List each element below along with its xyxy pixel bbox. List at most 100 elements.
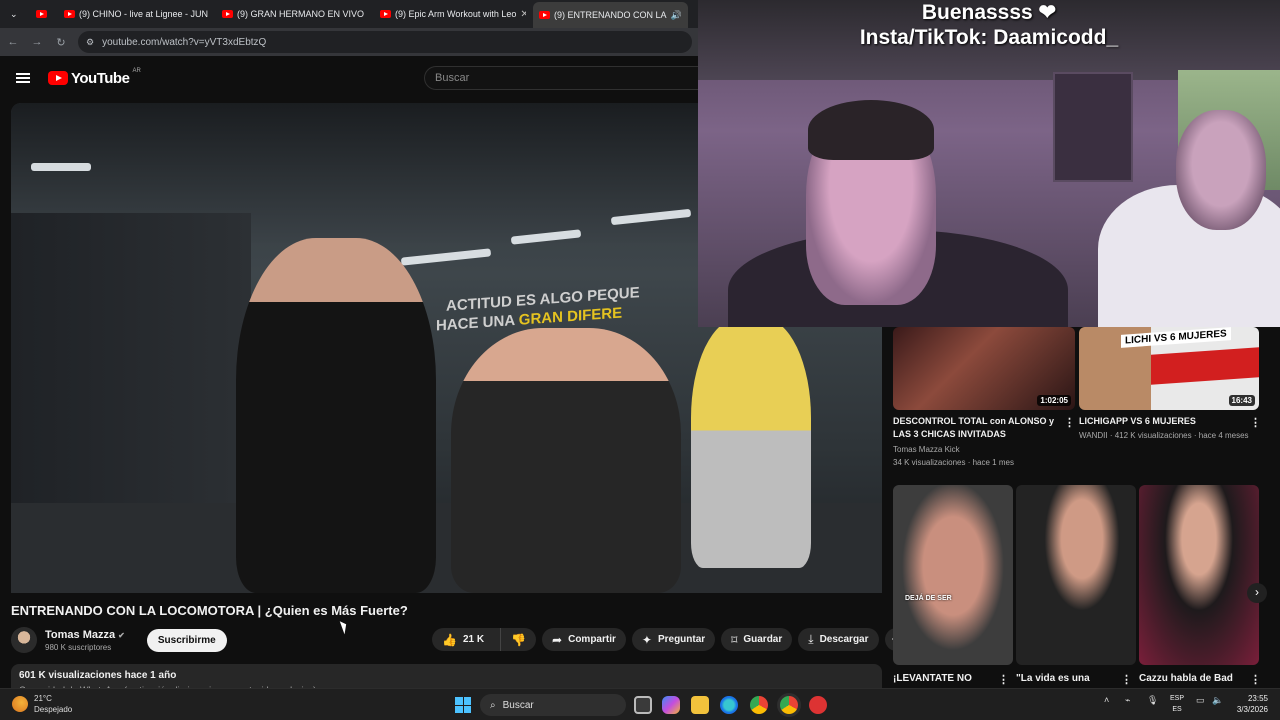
address-bar[interactable]: ⚙ youtube.com/watch?v=yVT3xdEbtzQ [78,31,692,53]
video-thumbnail[interactable]: LICHI VS 6 MUJERES 16:43 [1079,327,1259,410]
tab-gran-hermano[interactable]: (9) GRAN HERMANO EN VIVO✕ [216,4,368,24]
subscribe-button[interactable]: Suscribirme [146,628,227,652]
youtube-favicon-icon [36,10,47,18]
video-title: ENTRENANDO CON LA LOCOMOTORA | ¿Quien es… [11,603,408,618]
copilot-icon[interactable] [662,696,680,714]
mouse-cursor-icon [339,619,350,635]
short-title[interactable]: Cazzu habla de Bad [1139,672,1244,685]
thumbnail-overlay-text: LICHI VS 6 MUJERES [1121,327,1231,348]
search-input[interactable]: Buscar [424,66,698,90]
language-indicator[interactable]: ESP ES [1166,693,1188,715]
network-icon[interactable]: ▭ [1196,695,1205,706]
recommendation-channel[interactable]: Tomas Mazza Kick [893,443,960,456]
task-view-icon[interactable] [634,696,652,714]
youtube-favicon-icon [64,10,75,18]
more-vert-icon[interactable]: ⋮ [1121,673,1132,686]
guest-face [1176,110,1266,230]
screen: ⌄ (9) CHINO - live at Lignee - JUN✕ (9) … [0,0,1280,720]
webcam-overlay: Buenassss ❤ Insta/TikTok: Daamicodd_ [698,0,1280,327]
close-icon[interactable]: ✕ [520,9,526,20]
recommendation-meta: WANDII · 412 K visualizaciones · hace 4 … [1079,431,1249,440]
wifi-icon[interactable]: ⌁ [1125,695,1130,706]
taskbar-search[interactable]: ⌕ Buscar [480,694,626,716]
short-title[interactable]: "La vida es una [1016,672,1116,685]
windows-start-icon[interactable] [455,697,471,713]
thumbs-down-icon: 👎 [511,632,527,647]
youtube-favicon-icon [539,11,550,19]
ask-button[interactable]: ✦ Preguntar [631,628,716,651]
windows-taskbar: 21°C Despejado ⌕ Buscar ˄ ⌁ 🎙 ESP ES ▭ 🔈… [0,688,1280,720]
youtube-favicon-icon [222,10,233,18]
share-button[interactable]: ➦ Compartir [542,628,626,651]
subscriber-count: 980 K suscriptores [45,642,112,652]
tab-label: (9) ENTRENANDO CON LA [554,10,667,20]
download-icon: ⤓ [808,632,814,646]
chevron-right-icon[interactable]: › [1247,583,1267,603]
menu-icon[interactable] [16,73,30,83]
weather-sun-icon [12,696,28,712]
video-person [691,318,811,568]
tab-entrenando[interactable]: (9) ENTRENANDO CON LA🔊✕ [533,2,688,28]
overlay-greeting: Buenassss ❤ [921,1,1057,24]
channel-avatar[interactable] [11,627,37,653]
youtube-play-icon [48,71,68,85]
reload-icon[interactable]: ↻ [54,36,68,49]
site-info-icon[interactable]: ⚙ [86,37,94,48]
more-vert-icon[interactable]: ⋮ [998,673,1009,686]
sparkle-icon: ✦ [641,632,652,647]
like-button[interactable]: 👍 21 K [432,628,494,651]
youtube-favicon-icon [380,10,391,18]
video-person [236,238,436,593]
verified-icon: ✔ [118,630,125,640]
video-actions: 👍 21 K 👎 ➦ Compartir ✦ Preguntar ⌑ Guardar ⤓… [432,628,909,651]
streaming-app-icon[interactable] [809,696,827,714]
download-button[interactable]: ⤓ Descargar [798,628,879,651]
chevron-up-icon[interactable]: ˄ [1104,695,1109,705]
file-explorer-icon[interactable] [691,696,709,714]
short-overlay-text: DEJÁ DE SER [905,595,952,602]
tab-label: (9) GRAN HERMANO EN VIVO [237,9,365,19]
youtube-logo[interactable]: YouTube AR [48,68,141,87]
video-person [451,328,681,593]
chrome-icon[interactable] [750,696,768,714]
thumbs-up-icon: 👍 [442,632,457,647]
microphone-icon[interactable]: 🎙 [1147,695,1158,706]
weather-widget[interactable]: 21°C Despejado [12,693,72,715]
edge-icon[interactable] [720,696,738,714]
system-clock[interactable]: 23:55 3/3/2026 [1222,693,1268,715]
browser-toolbar: ← → ↻ ⚙ youtube.com/watch?v=yVT3xdEbtzQ [0,28,698,56]
tab-pinned[interactable] [30,4,54,24]
short-thumbnail[interactable] [1139,485,1259,665]
channel-name[interactable]: Tomas Mazza ✔ [45,629,125,641]
recommendation-meta: 34 K visualizaciones · hace 1 mes [893,458,1014,467]
speaker-icon[interactable]: 🔊 [671,10,682,21]
forward-icon[interactable]: → [30,36,44,48]
like-dislike-group: 👍 21 K 👎 [432,628,537,651]
short-thumbnail[interactable]: DEJÁ DE SER [893,485,1013,665]
video-duration: 16:43 [1228,395,1255,406]
channel-owner-row: Tomas Mazza ✔ 980 K suscriptores Suscrib… [11,626,227,654]
chrome-active-icon[interactable] [780,696,798,714]
tab-list-button[interactable]: ⌄ [4,4,24,24]
save-button[interactable]: ⌑ Guardar [721,628,793,651]
tab-label: (9) Epic Arm Workout with Leo [395,9,517,19]
back-icon[interactable]: ← [6,36,20,48]
short-thumbnail[interactable] [1016,485,1136,665]
video-thumbnail[interactable]: 1:02:05 [893,327,1075,410]
tab-chino[interactable]: (9) CHINO - live at Lignee - JUN✕ [58,4,210,24]
weather-condition: Despejado [34,705,73,714]
recommendation-title[interactable]: DESCONTROL TOTAL con ALONSO y LAS 3 CHIC… [893,415,1059,441]
video-duration: 1:02:05 [1037,395,1071,406]
bookmark-icon: ⌑ [731,632,738,647]
short-title[interactable]: ¡LEVANTATE NO [893,672,993,685]
more-vert-icon[interactable]: ⋮ [1250,673,1261,686]
dislike-button[interactable]: 👎 [500,628,536,651]
more-vert-icon[interactable]: ⋮ [1250,416,1261,429]
tab-arm-workout[interactable]: (9) Epic Arm Workout with Leo ✕ [374,4,526,24]
more-vert-icon[interactable]: ⋮ [1064,416,1075,429]
share-icon: ➦ [552,632,563,647]
tab-label: (9) CHINO - live at Lignee - JUN [79,9,209,19]
temperature: 21°C [34,694,52,703]
view-stats: 601 K visualizaciones hace 1 año [19,670,177,681]
recommendation-title[interactable]: LICHIGAPP VS 6 MUJERES [1079,415,1244,428]
